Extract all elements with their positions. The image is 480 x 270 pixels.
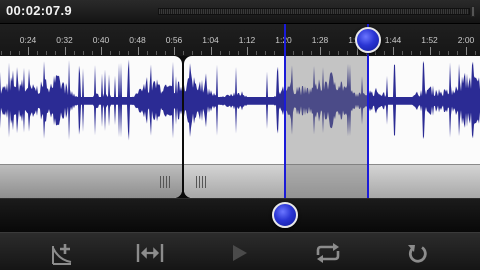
ruler-tick-minor <box>274 51 276 55</box>
add-marker-icon <box>52 244 72 265</box>
play-button[interactable] <box>219 239 259 267</box>
ruler-tick-major <box>210 47 212 55</box>
clip-footer-left <box>0 164 182 198</box>
ruler-label: 1:52 <box>421 35 438 45</box>
ruler-tick-major <box>64 47 66 55</box>
waveform-area[interactable] <box>0 56 480 198</box>
loop-button[interactable] <box>308 239 348 267</box>
selection-start-handle[interactable] <box>272 202 298 228</box>
ruler-tick-minor <box>146 51 148 55</box>
add-marker-button[interactable] <box>43 239 83 267</box>
status-bar: 00:02:07.9 <box>0 0 480 24</box>
ruler-tick-major <box>429 47 431 55</box>
ruler-tick-major <box>174 47 175 55</box>
play-icon <box>233 245 247 261</box>
ruler-tick-major <box>247 47 248 55</box>
clip-grip-handle-left[interactable] <box>160 176 170 188</box>
ruler-tick-minor <box>256 51 258 55</box>
ruler-label: 2:00 <box>457 35 475 45</box>
scrub-bar <box>0 198 480 232</box>
undo-button[interactable] <box>398 239 438 267</box>
clip-grip-handle-right[interactable] <box>196 176 206 188</box>
waveform-left <box>0 59 182 141</box>
ruler-tick-minor <box>420 51 422 55</box>
ruler-tick-minor <box>164 51 166 55</box>
ruler-label: 0:40 <box>92 35 110 45</box>
ruler-tick-minor <box>383 51 385 55</box>
ruler-tick-minor <box>301 51 303 55</box>
ruler-tick-minor <box>37 51 39 55</box>
ruler-label: 0:24 <box>19 35 37 45</box>
ruler-tick-minor <box>338 51 340 55</box>
ruler-tick-major <box>320 47 321 55</box>
ruler-tick-minor <box>73 51 75 55</box>
ruler-tick-minor <box>329 51 331 55</box>
ruler-tick-minor <box>192 51 194 55</box>
selection-start-line[interactable] <box>284 24 286 198</box>
ruler-label: 0:32 <box>56 35 73 45</box>
ruler-tick-minor <box>183 51 185 55</box>
ruler-tick-major <box>466 47 467 55</box>
ruler-tick-major <box>137 47 139 55</box>
undo-icon <box>408 245 427 263</box>
time-readout: 00:02:07.9 <box>6 3 72 18</box>
audio-editor: 00:02:07.9 0:24 0:32 0:40 0:48 0:56 1:04 1:12 1… <box>0 0 480 270</box>
fit-width-button[interactable] <box>130 239 170 267</box>
ruler-tick-major <box>28 47 29 55</box>
ruler-tick-minor <box>265 51 267 55</box>
ruler-tick-minor <box>402 51 404 55</box>
ruler-tick-minor <box>55 51 57 55</box>
ruler-tick-minor <box>347 51 349 55</box>
ruler-tick-minor <box>128 51 130 55</box>
ruler-tick-minor <box>310 51 312 55</box>
level-meter <box>158 8 470 15</box>
selection-region[interactable] <box>285 56 368 198</box>
ruler-tick-minor <box>411 51 413 55</box>
ruler-tick-minor <box>228 51 230 55</box>
ruler-tick-minor <box>374 51 376 55</box>
ruler-label: 1:28 <box>311 35 329 45</box>
ruler-tick-minor <box>456 51 458 55</box>
ruler-tick-major <box>101 47 102 55</box>
ruler-label: 1:44 <box>384 35 402 45</box>
ruler-tick-minor <box>18 51 20 55</box>
ruler-label: 1:12 <box>238 35 256 45</box>
ruler-tick-minor <box>475 51 477 55</box>
ruler-tick-minor <box>292 51 294 55</box>
ruler-tick-minor <box>438 51 440 55</box>
fit-width-icon <box>136 244 164 262</box>
level-meter-cap <box>471 6 475 17</box>
ruler-tick-minor <box>119 51 121 55</box>
selection-end-handle[interactable] <box>355 27 381 53</box>
ruler-tick-minor <box>201 51 203 55</box>
ruler-tick-minor <box>110 51 112 55</box>
ruler-tick-minor <box>447 51 449 55</box>
ruler-tick-minor <box>82 51 84 55</box>
ruler-label: 0:48 <box>129 35 146 45</box>
loop-icon <box>316 243 340 263</box>
ruler-label: 0:56 <box>165 35 183 45</box>
ruler-tick-minor <box>219 51 221 55</box>
ruler-tick-minor <box>155 51 157 55</box>
ruler-tick-minor <box>0 51 2 55</box>
ruler-label: 1:04 <box>202 35 219 45</box>
ruler-tick-major <box>393 47 394 55</box>
ruler-tick-minor <box>91 51 93 55</box>
waveform-shape <box>0 59 182 141</box>
ruler-tick-minor <box>46 51 48 55</box>
waveform-clip-left[interactable] <box>0 56 182 198</box>
ruler-tick-minor <box>9 51 11 55</box>
bottom-toolbar <box>0 232 480 270</box>
time-ruler[interactable]: 0:240:320:400:480:561:041:121:201:281:36… <box>0 24 480 56</box>
ruler-tick-minor <box>237 51 239 55</box>
